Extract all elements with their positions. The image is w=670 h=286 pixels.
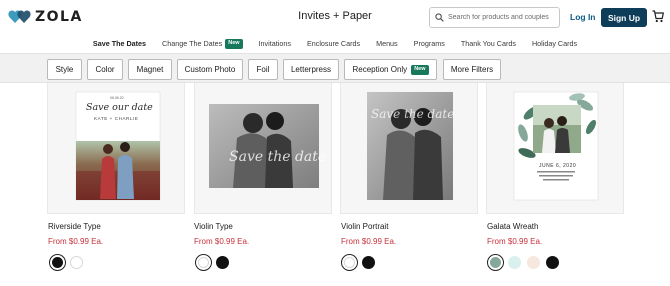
card-date-text: 06.06.20: [110, 96, 124, 100]
filter-style[interactable]: Style: [47, 59, 82, 80]
product-price: From $0.99 Ea.: [194, 237, 250, 246]
top-header: ZOLA Invites + Paper Log In Sign Up: [0, 0, 670, 34]
product-image-riverside-type[interactable]: Save our date KATE + CHARLIE 06.06.20: [47, 83, 185, 214]
galata-wreath-card-art: [513, 91, 599, 201]
search-icon: [435, 13, 444, 22]
product-price: From $0.99 Ea.: [487, 237, 543, 246]
zola-logo[interactable]: ZOLA: [8, 9, 83, 25]
filter-label: Magnet: [136, 65, 164, 74]
card-script-text: Save the date: [229, 149, 327, 165]
color-swatch-black[interactable]: [216, 256, 229, 269]
subnav-item-label: Menus: [376, 39, 398, 48]
color-swatch-black[interactable]: [362, 256, 375, 269]
filter-label: Foil: [256, 65, 270, 74]
login-link[interactable]: Log In: [570, 12, 596, 22]
color-swatch-black[interactable]: [49, 254, 66, 271]
product-image-violin-portrait[interactable]: Save the date: [340, 83, 478, 214]
violin-portrait-card-art: [367, 92, 453, 200]
search-box[interactable]: [429, 7, 560, 28]
filter-reception-only[interactable]: Reception Only New: [344, 59, 437, 80]
cart-icon[interactable]: [652, 10, 664, 23]
heart-logo-icon: [8, 10, 31, 23]
product-name[interactable]: Violin Type: [194, 222, 233, 231]
filter-custom-photo[interactable]: Custom Photo: [177, 59, 243, 80]
swatch-fill: [344, 257, 355, 268]
subnav-item-save-the-dates[interactable]: Save The Dates: [93, 39, 146, 48]
color-swatch-white[interactable]: [341, 254, 358, 271]
color-swatch-blush[interactable]: [527, 256, 540, 269]
product-name[interactable]: Violin Portrait: [341, 222, 388, 231]
card-date-text: JUNE 6, 2020: [539, 163, 577, 169]
swatch-fill: [490, 257, 501, 268]
section-title[interactable]: Invites + Paper: [298, 10, 372, 22]
color-swatch-white[interactable]: [70, 256, 83, 269]
search-input[interactable]: [448, 14, 558, 21]
logo-wordmark: ZOLA: [35, 9, 83, 25]
category-subnav: Save The Dates Change The Dates New Invit…: [0, 34, 670, 53]
filter-bar: Style Color Magnet Custom Photo Foil Let…: [0, 53, 670, 83]
product-image-violin-type[interactable]: Save the date: [194, 83, 332, 214]
filter-label: Color: [95, 65, 115, 74]
filter-label: Letterpress: [290, 65, 332, 74]
filter-color[interactable]: Color: [87, 59, 123, 80]
color-swatch-mint[interactable]: [508, 256, 521, 269]
swatch-fill: [198, 257, 209, 268]
subnav-item-change-the-dates[interactable]: Change The Dates New: [162, 38, 243, 49]
filter-label: More Filters: [450, 65, 494, 74]
subnav-item-holiday-cards[interactable]: Holiday Cards: [532, 39, 577, 48]
color-swatch-black[interactable]: [546, 256, 559, 269]
signup-button[interactable]: Sign Up: [601, 8, 647, 27]
subnav-item-label: Save The Dates: [92, 39, 147, 48]
subnav-item-thank-you-cards[interactable]: Thank You Cards: [461, 39, 516, 48]
product-price: From $0.99 Ea.: [341, 237, 397, 246]
color-swatch-white[interactable]: [195, 254, 212, 271]
filter-more-filters[interactable]: More Filters: [443, 59, 501, 80]
filter-label: Style: [55, 65, 74, 74]
product-name[interactable]: Galata Wreath: [487, 222, 538, 231]
filter-label: Custom Photo: [184, 65, 236, 74]
filter-label: Reception Only: [352, 65, 408, 74]
swatch-fill: [52, 257, 63, 268]
product-price: From $0.99 Ea.: [48, 237, 104, 246]
product-name[interactable]: Riverside Type: [48, 222, 101, 231]
subnav-item-programs[interactable]: Programs: [414, 39, 445, 48]
color-swatch-sage[interactable]: [487, 254, 504, 271]
subnav-item-label: Enclosure Cards: [306, 39, 361, 48]
subnav-item-invitations[interactable]: Invitations: [259, 39, 291, 48]
product-image-galata-wreath[interactable]: JUNE 6, 2020: [486, 83, 624, 214]
subnav-item-label: Change The Dates: [162, 39, 223, 48]
subnav-item-menus[interactable]: Menus: [376, 39, 398, 48]
subnav-item-enclosure-cards[interactable]: Enclosure Cards: [307, 39, 360, 48]
subnav-item-label: Thank You Cards: [460, 39, 516, 48]
card-script-text: Save our date: [86, 102, 153, 113]
filter-foil[interactable]: Foil: [248, 59, 278, 80]
card-names-text: KATE + CHARLIE: [94, 116, 139, 121]
new-badge: New: [411, 64, 429, 75]
subnav-item-label: Invitations: [258, 39, 291, 48]
filter-letterpress[interactable]: Letterpress: [283, 59, 339, 80]
filter-magnet[interactable]: Magnet: [128, 59, 172, 80]
subnav-item-label: Programs: [413, 39, 445, 48]
card-script-text: Save the date: [371, 107, 455, 121]
subnav-item-label: Holiday Cards: [531, 39, 578, 48]
new-badge: New: [225, 38, 243, 49]
